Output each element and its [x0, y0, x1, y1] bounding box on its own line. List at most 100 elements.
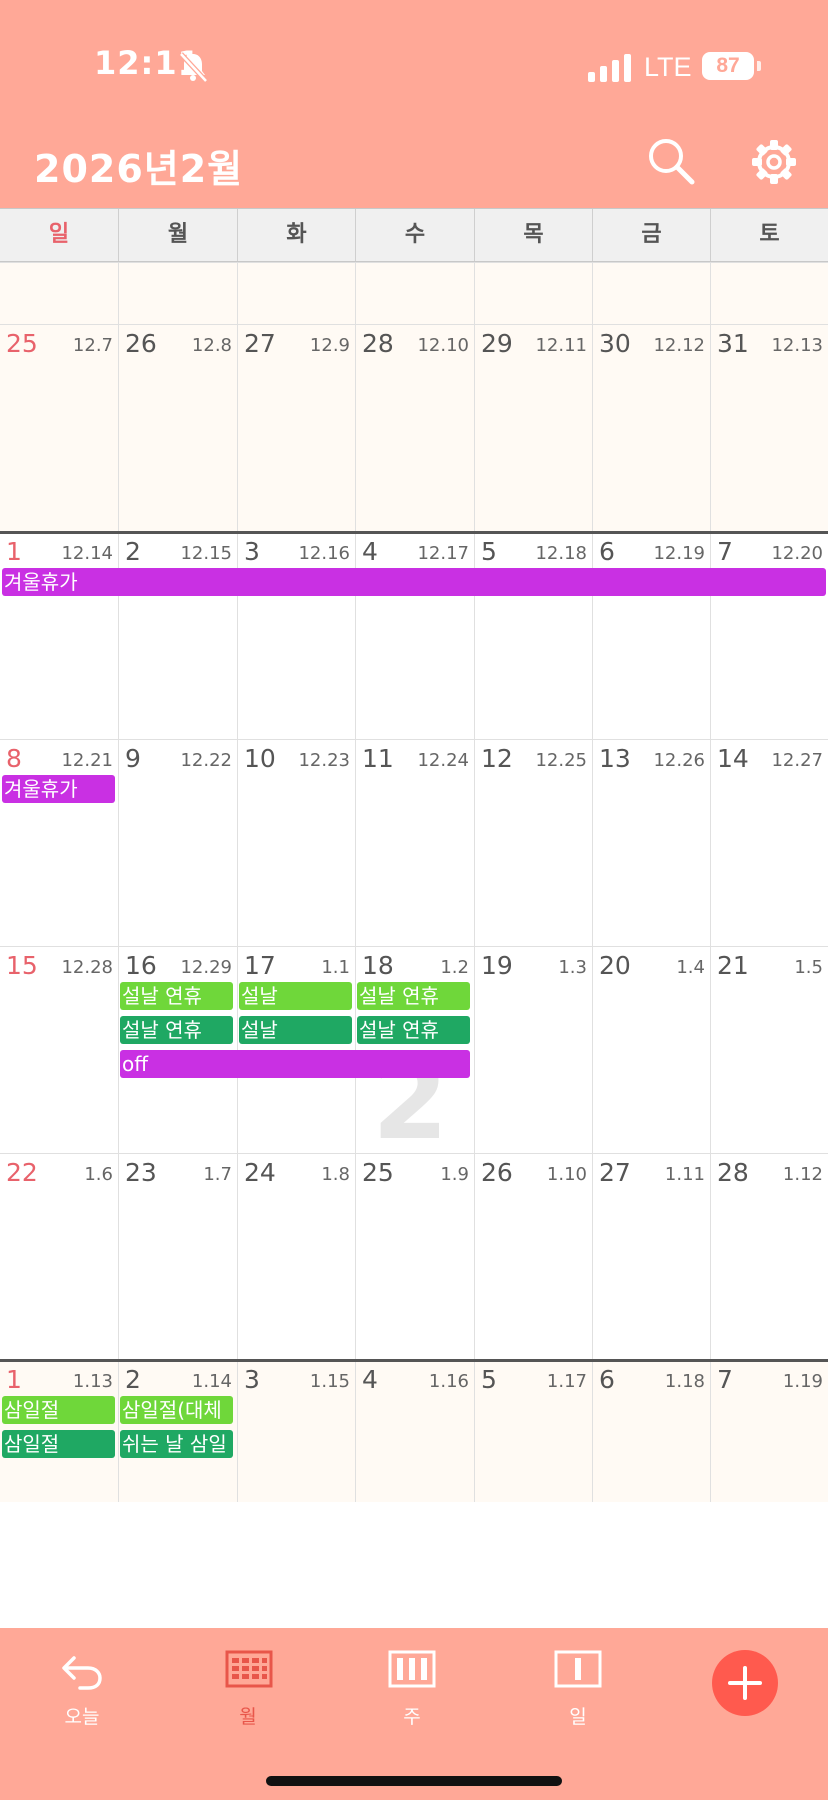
- event-samiljeol[interactable]: 삼일절: [2, 1396, 115, 1424]
- day-number: 2: [125, 537, 141, 566]
- status-bar: 12:11 LTE 87: [0, 0, 828, 118]
- nav-month-label: 월: [239, 1706, 257, 1728]
- calendar-day-cell[interactable]: 26 1.10: [474, 1153, 592, 1360]
- calendar-day-cell[interactable]: 31 12.13: [710, 324, 828, 532]
- calendar-day-cell[interactable]: 29 12.11: [474, 324, 592, 532]
- calendar-day-cell[interactable]: 7 12.20: [710, 532, 828, 739]
- calendar-day-cell[interactable]: 1 12.14: [0, 532, 118, 739]
- lunar-date: 12.18: [535, 543, 587, 564]
- event-winter-vacation[interactable]: 겨울휴가: [2, 568, 826, 596]
- home-indicator[interactable]: [266, 1776, 562, 1786]
- gear-icon[interactable]: [748, 136, 800, 188]
- lunar-date: 1.19: [782, 1371, 823, 1392]
- calendar-day-cell[interactable]: 8 12.21: [0, 739, 118, 946]
- calendar-day-cell[interactable]: 23 1.7: [118, 1153, 237, 1360]
- calendar-day-cell[interactable]: 5 12.18: [474, 532, 592, 739]
- battery-cap: [757, 61, 761, 71]
- lunar-date: 12.27: [771, 750, 823, 771]
- event-samiljeol[interactable]: 삼일절: [2, 1430, 115, 1458]
- weekday-fri: 금: [592, 209, 710, 261]
- lunar-date: 1.2: [440, 957, 469, 978]
- calendar-day-cell[interactable]: 25 1.9: [355, 1153, 474, 1360]
- day-number: 11: [362, 744, 394, 773]
- lunar-date: 12.23: [298, 750, 350, 771]
- weekday-tue: 화: [237, 209, 355, 261]
- day-number: 29: [481, 329, 513, 358]
- calendar-day-cell[interactable]: 13 12.26: [592, 739, 710, 946]
- calendar-day-cell[interactable]: 28 1.12: [710, 1153, 828, 1360]
- calendar-day-cell[interactable]: 24 1.8: [237, 1153, 355, 1360]
- event-seollal-holiday[interactable]: 설날 연휴: [120, 982, 233, 1010]
- nav-today[interactable]: 오늘: [22, 1628, 142, 1748]
- calendar-day-cell[interactable]: 19 1.3: [474, 946, 592, 1153]
- day-number: 5: [481, 1365, 497, 1394]
- calendar-day-cell[interactable]: 27 12.9: [237, 324, 355, 532]
- calendar-day-cell[interactable]: 12 12.25: [474, 739, 592, 946]
- event-rest-day[interactable]: 쉬는 날 삼일: [120, 1430, 233, 1458]
- calendar-day-cell[interactable]: 3 12.16: [237, 532, 355, 739]
- day-number: 7: [717, 1365, 733, 1394]
- day-number: 16: [125, 951, 157, 980]
- calendar-day-cell[interactable]: 21 1.5: [710, 946, 828, 1153]
- calendar-day-cell[interactable]: 9 12.22: [118, 739, 237, 946]
- event-samiljeol-substitute[interactable]: 삼일절(대체: [120, 1396, 233, 1424]
- event-off[interactable]: off: [120, 1050, 470, 1078]
- lunar-date: 12.10: [417, 335, 469, 356]
- calendar-blank-cell: [710, 262, 828, 324]
- lunar-date: 12.26: [653, 750, 705, 771]
- event-seollal[interactable]: 설날: [239, 1016, 352, 1044]
- day-number: 6: [599, 1365, 615, 1394]
- calendar-day-cell[interactable]: 11 12.24: [355, 739, 474, 946]
- nav-day[interactable]: 일: [518, 1628, 638, 1748]
- day-number: 28: [362, 329, 394, 358]
- nav-week[interactable]: 주: [352, 1628, 472, 1748]
- event-seollal-holiday[interactable]: 설날 연휴: [357, 1016, 470, 1044]
- calendar-day-cell[interactable]: 5 1.17: [474, 1360, 592, 1502]
- lunar-date: 12.25: [535, 750, 587, 771]
- day-number: 23: [125, 1158, 157, 1187]
- day-number: 13: [599, 744, 631, 773]
- calendar-day-cell[interactable]: 3 1.15: [237, 1360, 355, 1502]
- day-number: 6: [599, 537, 615, 566]
- add-event-button[interactable]: [712, 1650, 778, 1716]
- calendar-day-cell[interactable]: 15 12.28: [0, 946, 118, 1153]
- event-seollal-holiday[interactable]: 설날 연휴: [120, 1016, 233, 1044]
- calendar-day-cell[interactable]: 28 12.10: [355, 324, 474, 532]
- calendar-day-cell[interactable]: 22 1.6: [0, 1153, 118, 1360]
- calendar-day-cell[interactable]: 26 12.8: [118, 324, 237, 532]
- search-icon[interactable]: [646, 136, 696, 186]
- app-header: 2026년2월: [0, 118, 828, 208]
- calendar-day-cell[interactable]: 6 1.18: [592, 1360, 710, 1502]
- calendar-day-cell[interactable]: 4 12.17: [355, 532, 474, 739]
- calendar-day-cell[interactable]: 2 12.15: [118, 532, 237, 739]
- lunar-date: 12.29: [180, 957, 232, 978]
- calendar-day-cell[interactable]: 27 1.11: [592, 1153, 710, 1360]
- event-seollal-holiday[interactable]: 설날 연휴: [357, 982, 470, 1010]
- weekday-thu: 목: [474, 209, 592, 261]
- calendar-day-cell[interactable]: 30 12.12: [592, 324, 710, 532]
- calendar-day-cell[interactable]: 20 1.4: [592, 946, 710, 1153]
- nav-month[interactable]: 월: [188, 1628, 308, 1748]
- weekday-sun: 일: [48, 222, 70, 247]
- lunar-date: 1.6: [84, 1164, 113, 1185]
- lunar-date: 12.8: [191, 335, 232, 356]
- calendar-day-cell[interactable]: 4 1.16: [355, 1360, 474, 1502]
- lunar-date: 1.11: [664, 1164, 705, 1185]
- calendar-day-cell[interactable]: 7 1.19: [710, 1360, 828, 1502]
- day-number: 26: [481, 1158, 513, 1187]
- lunar-date: 12.7: [72, 335, 113, 356]
- calendar-day-cell[interactable]: 6 12.19: [592, 532, 710, 739]
- nav-today-label: 오늘: [64, 1706, 100, 1728]
- event-winter-vacation[interactable]: 겨울휴가: [2, 775, 115, 803]
- month-title[interactable]: 2026년2월: [34, 138, 243, 193]
- calendar-blank-cell: [592, 262, 710, 324]
- day-number: 30: [599, 329, 631, 358]
- lunar-date: 12.22: [180, 750, 232, 771]
- day-number: 3: [244, 1365, 260, 1394]
- lunar-date: 12.21: [61, 750, 113, 771]
- calendar-day-cell[interactable]: 14 12.27: [710, 739, 828, 946]
- calendar-day-cell[interactable]: 10 12.23: [237, 739, 355, 946]
- calendar-day-cell[interactable]: 25 12.7: [0, 324, 118, 532]
- lunar-date: 12.24: [417, 750, 469, 771]
- event-seollal[interactable]: 설날: [239, 982, 352, 1010]
